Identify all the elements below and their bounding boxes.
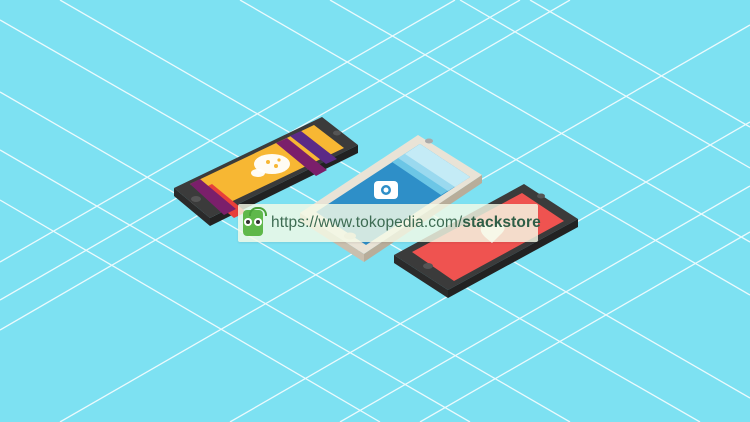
- store-url: https://www.tokopedia.com/stackstore: [271, 214, 541, 232]
- phone-right-home-button: [423, 263, 433, 269]
- url-store-name: stackstore: [462, 214, 541, 231]
- camera-app-icon: [374, 181, 398, 199]
- url-prefix: https://www.tokopedia.com/: [271, 214, 463, 231]
- store-url-banner[interactable]: https://www.tokopedia.com/stackstore: [238, 204, 541, 242]
- illustration-scene: https://www.tokopedia.com/stackstore: [0, 0, 750, 422]
- tokopedia-owl-icon: [243, 207, 267, 236]
- phone-left-home-button: [191, 196, 201, 202]
